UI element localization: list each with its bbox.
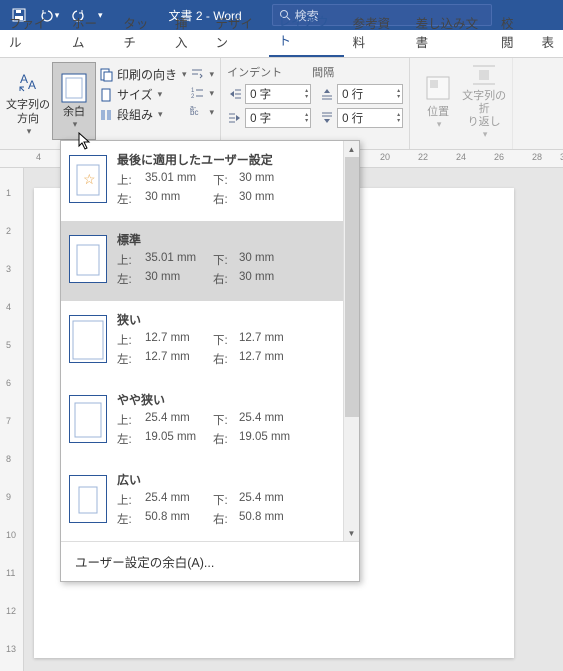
orientation-icon (98, 67, 114, 83)
breaks-button[interactable]: ▾ (189, 66, 215, 82)
tab-5[interactable]: レイアウト (269, 5, 343, 57)
wrap-text-icon (468, 62, 500, 88)
margin-thumb-icon (69, 235, 107, 283)
indent-left-icon (227, 86, 243, 102)
columns-icon (98, 107, 114, 123)
columns-button[interactable]: 段組み▾ (98, 106, 187, 123)
scroll-thumb[interactable] (345, 157, 359, 417)
preset-title: やや狭い (117, 391, 351, 408)
ribbon-tabs: ファイルホームタッチ挿入デザインレイアウト参考資料差し込み文書校閲表 (0, 30, 563, 58)
orientation-button[interactable]: 印刷の向き▾ (98, 66, 187, 83)
margins-button[interactable]: 余白▾ (52, 62, 96, 140)
line-numbers-icon: 12 (189, 85, 205, 101)
margins-icon (58, 72, 90, 104)
preset-title: 広い (117, 471, 351, 488)
paragraph-group: インデント 間隔 0 字 0 行 0 字 0 行 (221, 58, 410, 149)
svg-text:☆: ☆ (83, 171, 96, 187)
vertical-ruler[interactable]: 12345678910111213 (0, 168, 24, 671)
tab-2[interactable]: タッチ (114, 7, 166, 57)
line-numbers-button[interactable]: 12▾ (189, 85, 215, 101)
indent-label: インデント (227, 62, 282, 82)
margin-thumb-icon (69, 315, 107, 363)
hyphenation-icon: bca- (189, 104, 205, 120)
tab-1[interactable]: ホーム (63, 7, 114, 57)
margin-thumb-icon (69, 475, 107, 523)
tab-7[interactable]: 差し込み文書 (407, 7, 492, 57)
tab-8[interactable]: 校閲 (492, 7, 532, 57)
svg-text:A: A (20, 72, 28, 86)
page-setup-group: AA 文字列の 方向▾ 余白▾ 印刷の向き▾ サイズ▾ 段組み▾ ▾ 12▾ b… (0, 58, 221, 149)
indent-left-input[interactable]: 0 字 (245, 84, 311, 104)
preset-title: 狭い (117, 311, 351, 328)
preset-title: 標準 (117, 231, 351, 248)
size-button[interactable]: サイズ▾ (98, 86, 187, 103)
preset-title: 最後に適用したユーザー設定 (117, 151, 351, 168)
margin-thumb-icon (69, 395, 107, 443)
spacing-before-input[interactable]: 0 行 (337, 84, 403, 104)
ribbon: AA 文字列の 方向▾ 余白▾ 印刷の向き▾ サイズ▾ 段組み▾ ▾ 12▾ b… (0, 58, 563, 150)
margin-preset-4[interactable]: 広い上:25.4 mm下:25.4 mm左:50.8 mm右:50.8 mm (61, 461, 359, 541)
margin-preset-1[interactable]: 標準上:35.01 mm下:30 mm左:30 mm右:30 mm (61, 221, 359, 301)
svg-text:a-: a- (190, 105, 197, 112)
tab-3[interactable]: 挿入 (166, 7, 206, 57)
custom-margins-item[interactable]: ユーザー設定の余白(A)... (61, 541, 359, 581)
spacing-after-icon (319, 110, 335, 126)
tab-6[interactable]: 参考資料 (344, 7, 407, 57)
hyphenation-button[interactable]: bca-▾ (189, 104, 215, 120)
position-icon (422, 72, 454, 104)
margin-thumb-icon: ☆ (69, 155, 107, 203)
position-button[interactable]: 位置▾ (416, 62, 460, 140)
margin-preset-0[interactable]: ☆最後に適用したユーザー設定上:35.01 mm下:30 mm左:30 mm右:… (61, 141, 359, 221)
margin-preset-2[interactable]: 狭い上:12.7 mm下:12.7 mm左:12.7 mm右:12.7 mm (61, 301, 359, 381)
tab-9[interactable]: 表 (533, 26, 563, 57)
svg-text:A: A (28, 78, 36, 92)
spacing-after-input[interactable]: 0 行 (337, 108, 403, 128)
text-direction-icon: AA (12, 65, 44, 97)
indent-right-icon (227, 110, 243, 126)
scroll-up-button[interactable]: ▲ (344, 141, 359, 157)
spacing-label: 間隔 (312, 62, 334, 82)
margins-dropdown: ☆最後に適用したユーザー設定上:35.01 mm下:30 mm左:30 mm右:… (60, 140, 360, 582)
margin-preset-3[interactable]: やや狭い上:25.4 mm下:25.4 mm左:19.05 mm右:19.05 … (61, 381, 359, 461)
scroll-down-button[interactable]: ▼ (344, 525, 359, 541)
spacing-before-icon (319, 86, 335, 102)
tab-4[interactable]: デザイン (207, 7, 270, 57)
tab-0[interactable]: ファイル (0, 7, 63, 57)
text-direction-button[interactable]: AA 文字列の 方向▾ (6, 62, 50, 140)
dropdown-scrollbar[interactable]: ▲ ▼ (343, 141, 359, 541)
arrange-group: 位置▾ 文字列の折 り返し▾ (410, 58, 513, 149)
svg-text:2: 2 (191, 94, 195, 100)
breaks-icon (189, 66, 205, 82)
indent-right-input[interactable]: 0 字 (245, 108, 311, 128)
size-icon (98, 87, 114, 103)
wrap-text-button[interactable]: 文字列の折 り返し▾ (462, 62, 506, 140)
